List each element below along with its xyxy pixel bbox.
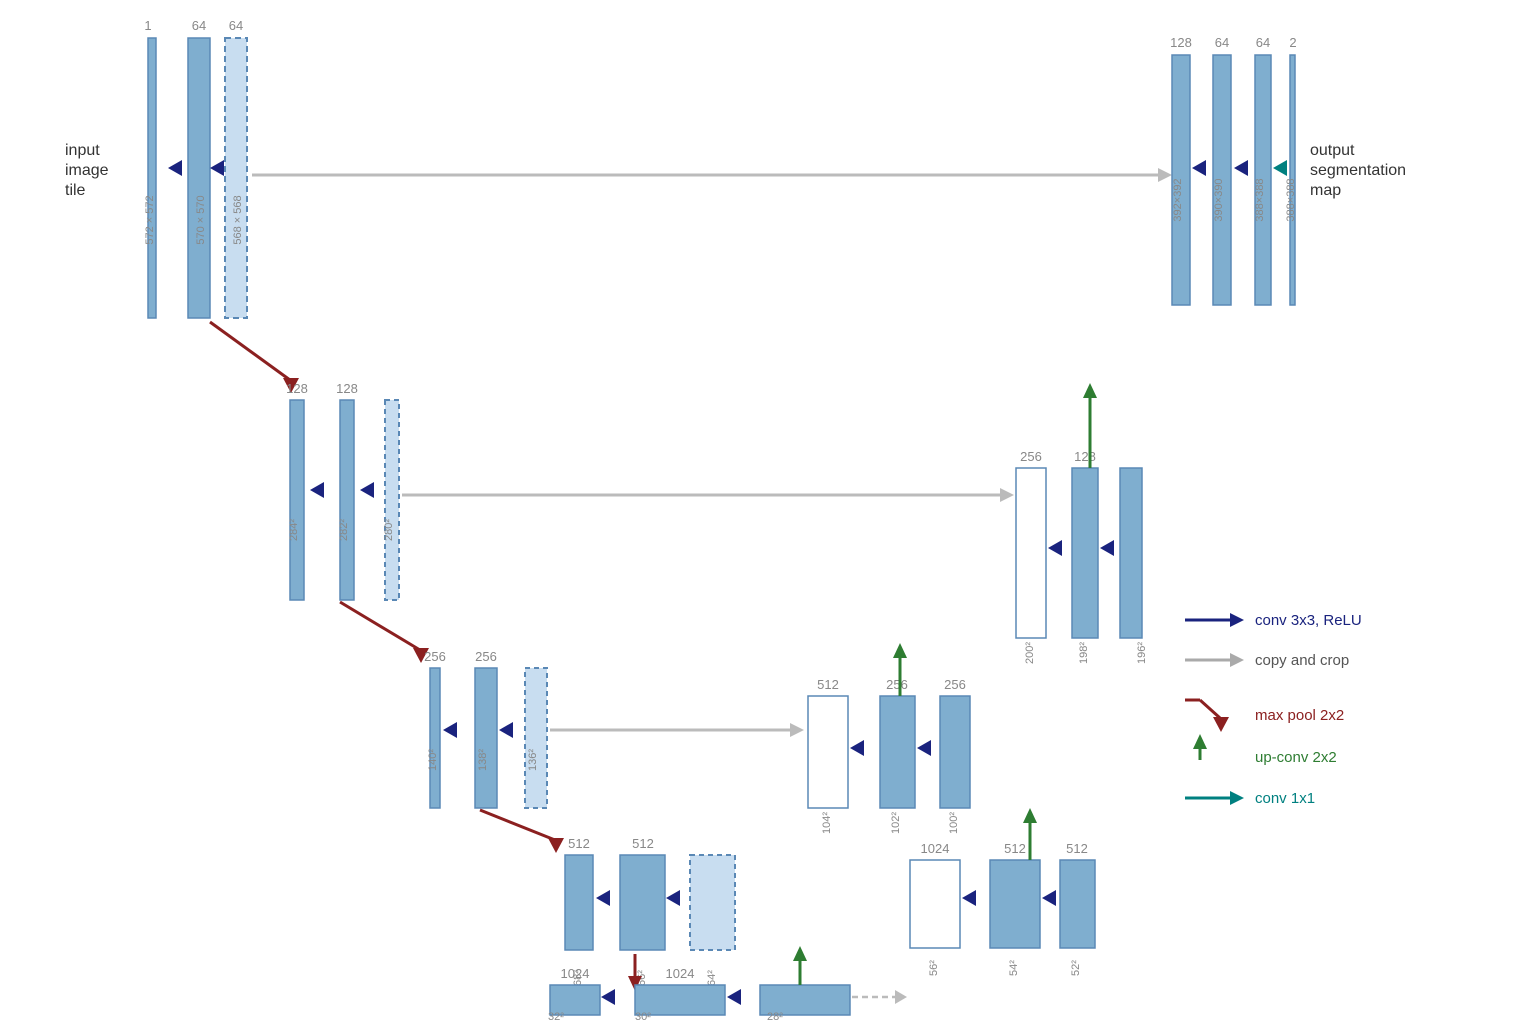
svg-text:100²: 100² bbox=[948, 812, 960, 834]
svg-text:570 × 570: 570 × 570 bbox=[195, 195, 207, 244]
svg-text:image: image bbox=[65, 162, 109, 179]
svg-text:200²: 200² bbox=[1024, 642, 1036, 664]
svg-text:64: 64 bbox=[1256, 35, 1270, 50]
svg-text:32²: 32² bbox=[548, 1011, 564, 1023]
svg-text:256: 256 bbox=[424, 649, 446, 664]
svg-text:256: 256 bbox=[886, 677, 908, 692]
svg-text:256: 256 bbox=[944, 677, 966, 692]
svg-text:54²: 54² bbox=[1008, 960, 1020, 976]
svg-text:388×388: 388×388 bbox=[1254, 178, 1266, 221]
svg-text:392×392: 392×392 bbox=[1172, 178, 1184, 221]
svg-text:1024: 1024 bbox=[666, 966, 695, 981]
svg-text:136²: 136² bbox=[527, 749, 539, 771]
svg-text:512: 512 bbox=[817, 677, 839, 692]
svg-text:196²: 196² bbox=[1136, 642, 1148, 664]
unet-diagram: 1 64 64 572 × 572 570 × 570 568 × 568 12… bbox=[0, 0, 1536, 1023]
svg-text:conv 1x1: conv 1x1 bbox=[1255, 790, 1315, 807]
svg-text:284²: 284² bbox=[288, 519, 300, 541]
svg-text:390×390: 390×390 bbox=[1213, 178, 1225, 221]
svg-text:input: input bbox=[65, 142, 100, 159]
svg-text:2: 2 bbox=[1289, 35, 1296, 50]
svg-text:64: 64 bbox=[1215, 35, 1229, 50]
svg-text:copy and crop: copy and crop bbox=[1255, 652, 1349, 669]
svg-text:max pool 2x2: max pool 2x2 bbox=[1255, 707, 1344, 724]
svg-text:138²: 138² bbox=[477, 749, 489, 771]
svg-text:512: 512 bbox=[568, 836, 590, 851]
svg-text:128: 128 bbox=[1170, 35, 1192, 50]
svg-text:52²: 52² bbox=[1070, 960, 1082, 976]
svg-text:280²: 280² bbox=[383, 519, 395, 541]
svg-text:102²: 102² bbox=[890, 812, 902, 834]
svg-text:tile: tile bbox=[65, 182, 86, 199]
svg-text:512: 512 bbox=[1066, 841, 1088, 856]
svg-text:66²: 66² bbox=[636, 970, 648, 986]
svg-text:388×388: 388×388 bbox=[1285, 178, 1297, 221]
svg-text:68²: 68² bbox=[572, 970, 584, 986]
svg-text:map: map bbox=[1310, 182, 1341, 199]
svg-text:56²: 56² bbox=[928, 960, 940, 976]
svg-text:128: 128 bbox=[336, 381, 358, 396]
svg-text:1024: 1024 bbox=[921, 841, 950, 856]
svg-text:64: 64 bbox=[229, 18, 243, 33]
svg-text:512: 512 bbox=[1004, 841, 1026, 856]
svg-text:256: 256 bbox=[1020, 449, 1042, 464]
svg-text:282²: 282² bbox=[338, 519, 350, 541]
svg-text:30²: 30² bbox=[635, 1011, 651, 1023]
svg-text:1024: 1024 bbox=[561, 966, 590, 981]
svg-text:198²: 198² bbox=[1078, 642, 1090, 664]
diagram-svg: 1 64 64 572 × 572 570 × 570 568 × 568 12… bbox=[0, 0, 1536, 1023]
svg-text:140²: 140² bbox=[427, 749, 439, 771]
svg-text:128: 128 bbox=[1074, 449, 1096, 464]
svg-text:up-conv 2x2: up-conv 2x2 bbox=[1255, 749, 1337, 766]
svg-text:256: 256 bbox=[475, 649, 497, 664]
svg-text:conv 3x3, ReLU: conv 3x3, ReLU bbox=[1255, 612, 1362, 629]
svg-text:568 × 568: 568 × 568 bbox=[232, 195, 244, 244]
svg-text:64: 64 bbox=[192, 18, 206, 33]
svg-text:1: 1 bbox=[144, 18, 151, 33]
svg-text:segmentation: segmentation bbox=[1310, 162, 1406, 179]
svg-text:28²: 28² bbox=[767, 1011, 783, 1023]
svg-text:572 × 572: 572 × 572 bbox=[144, 195, 156, 244]
svg-text:512: 512 bbox=[632, 836, 654, 851]
svg-text:output: output bbox=[1310, 142, 1355, 159]
svg-text:128: 128 bbox=[286, 381, 308, 396]
svg-text:64²: 64² bbox=[706, 970, 718, 986]
svg-text:104²: 104² bbox=[821, 812, 833, 834]
